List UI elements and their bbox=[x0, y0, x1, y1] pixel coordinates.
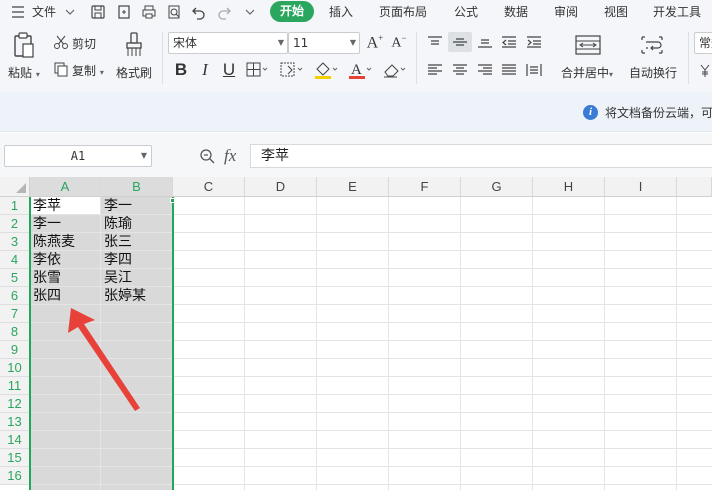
increase-indent-icon[interactable] bbox=[524, 33, 544, 51]
notification-text[interactable]: 将文档备份云端，可 bbox=[605, 104, 712, 121]
svg-text:A: A bbox=[351, 62, 362, 78]
export-pdf-icon[interactable] bbox=[114, 2, 134, 22]
tab-developer[interactable]: 开发工具 bbox=[653, 3, 701, 21]
tab-insert[interactable]: 插入 bbox=[329, 3, 353, 21]
zoom-search-icon[interactable] bbox=[198, 147, 216, 165]
hamburger-menu-icon[interactable] bbox=[8, 2, 28, 22]
paste-label: 粘贴 bbox=[8, 66, 33, 80]
tab-data[interactable]: 数据 bbox=[504, 3, 528, 21]
tab-formulas[interactable]: 公式 bbox=[454, 3, 478, 21]
redo-icon[interactable] bbox=[214, 2, 234, 22]
tab-review[interactable]: 审阅 bbox=[554, 3, 578, 21]
decrease-font-icon[interactable]: A− bbox=[390, 33, 408, 52]
copy-dropdown-icon[interactable]: ▾ bbox=[100, 68, 104, 77]
decrease-indent-icon[interactable] bbox=[499, 33, 519, 51]
merge-dropdown-icon[interactable]: ▾ bbox=[609, 70, 613, 79]
notification-bar: i 将文档备份云端，可 bbox=[0, 92, 712, 132]
insert-function-button[interactable]: fx bbox=[224, 146, 236, 166]
distributed-align-icon[interactable] bbox=[524, 61, 544, 79]
merge-center-icon[interactable] bbox=[573, 32, 603, 58]
format-painter-icon[interactable] bbox=[122, 31, 146, 59]
tab-page-layout[interactable]: 页面布局 bbox=[379, 3, 427, 21]
paste-button[interactable]: 粘贴 ▾ bbox=[8, 64, 40, 81]
customize-chevron-icon[interactable] bbox=[240, 2, 260, 22]
name-box-value: A1 bbox=[70, 149, 86, 163]
paste-dropdown-icon[interactable]: ▾ bbox=[36, 70, 40, 79]
number-format-value: 常规 bbox=[699, 36, 712, 50]
print-preview-icon[interactable] bbox=[164, 2, 184, 22]
italic-icon[interactable]: I bbox=[196, 60, 214, 80]
wrap-text-button[interactable]: 自动换行 bbox=[629, 64, 677, 81]
file-menu[interactable]: 文件 bbox=[32, 3, 56, 21]
undo-icon[interactable] bbox=[189, 2, 209, 22]
bold-icon[interactable]: B bbox=[172, 60, 190, 80]
number-format-select[interactable]: 常规 bbox=[694, 32, 712, 54]
tab-home[interactable]: 开始 bbox=[270, 1, 314, 22]
chevron-down-icon: ▼ bbox=[277, 38, 284, 47]
increase-font-icon[interactable]: A+ bbox=[366, 33, 384, 52]
spreadsheet-grid[interactable]: ABCDEFGHI 1 2 3 4 5 6 7 8 9 10 11 12 13 14 15 16 李苹 李一 李一… bbox=[0, 177, 712, 490]
align-right-icon[interactable] bbox=[475, 61, 495, 79]
chevron-down-icon[interactable] bbox=[60, 2, 80, 22]
tab-view[interactable]: 视图 bbox=[604, 3, 628, 21]
menu-bar: 文件 开始 插入 页面布局 公式 数据 审阅 视图 开发工具 bbox=[0, 0, 712, 24]
cell-style-icon[interactable] bbox=[279, 60, 305, 80]
align-left-icon[interactable] bbox=[425, 61, 445, 79]
wrap-text-icon[interactable] bbox=[638, 32, 666, 58]
info-icon: i bbox=[583, 105, 598, 120]
merge-center-button[interactable]: 合并居中▾ bbox=[561, 64, 613, 81]
align-bottom-icon[interactable] bbox=[475, 33, 495, 51]
ribbon-separator bbox=[162, 32, 163, 84]
align-middle-icon[interactable] bbox=[448, 32, 472, 52]
save-icon[interactable] bbox=[88, 2, 108, 22]
annotation-arrow bbox=[68, 308, 140, 411]
merge-center-label: 合并居中 bbox=[561, 66, 610, 80]
formula-bar: A1 ▼ fx 李苹 bbox=[0, 133, 712, 177]
copy-button[interactable]: 复制 ▾ bbox=[72, 62, 104, 79]
fill-color-icon[interactable] bbox=[312, 59, 340, 81]
align-top-icon[interactable] bbox=[425, 33, 445, 51]
font-size-value: 11 bbox=[293, 36, 309, 50]
font-color-icon[interactable]: A bbox=[346, 59, 374, 81]
paste-icon[interactable] bbox=[10, 31, 38, 61]
ribbon-toolbar: 粘贴 ▾ 剪切 复制 ▾ 格式刷 宋体 ▼ 11 ▼ A+ A− B I U A bbox=[0, 24, 712, 92]
clear-format-icon[interactable] bbox=[380, 60, 408, 80]
copy-icon[interactable] bbox=[52, 60, 70, 78]
align-center-icon[interactable] bbox=[450, 61, 470, 79]
print-icon[interactable] bbox=[139, 2, 159, 22]
cut-button[interactable]: 剪切 bbox=[72, 35, 96, 52]
font-name-value: 宋体 bbox=[173, 36, 198, 50]
format-painter-button[interactable]: 格式刷 bbox=[116, 64, 152, 81]
underline-icon[interactable]: U bbox=[220, 60, 238, 80]
justify-icon[interactable] bbox=[499, 61, 519, 79]
currency-icon[interactable] bbox=[698, 62, 712, 78]
name-box[interactable]: A1 ▼ bbox=[4, 145, 152, 167]
font-name-select[interactable]: 宋体 ▼ bbox=[168, 32, 288, 54]
formula-input[interactable]: 李苹 bbox=[250, 144, 712, 168]
ribbon-separator bbox=[688, 32, 689, 84]
copy-label: 复制 bbox=[72, 64, 97, 78]
ribbon-separator bbox=[416, 32, 417, 84]
chevron-down-icon: ▼ bbox=[349, 38, 356, 47]
chevron-down-icon: ▼ bbox=[140, 151, 147, 160]
font-size-select[interactable]: 11 ▼ bbox=[288, 32, 360, 54]
borders-icon[interactable] bbox=[245, 60, 269, 80]
scissors-icon[interactable] bbox=[52, 33, 70, 51]
